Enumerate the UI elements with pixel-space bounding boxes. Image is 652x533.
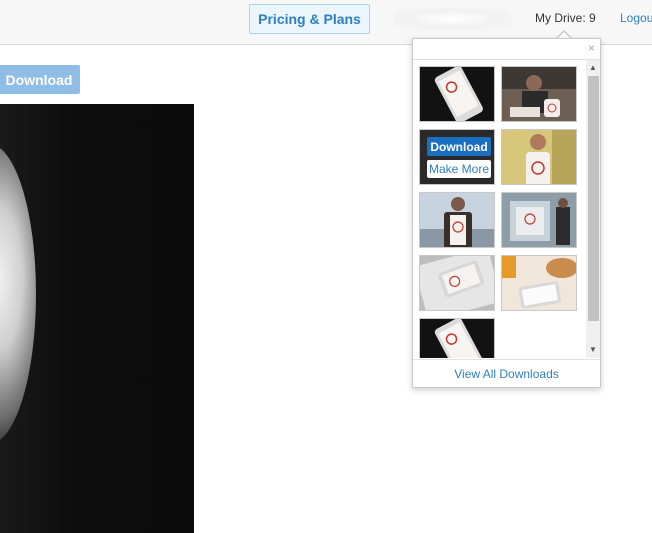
phone-cookies-image-icon [502, 256, 576, 310]
phone-image-icon-2 [420, 319, 494, 358]
thumbnail-woman-tshirt[interactable] [501, 129, 577, 185]
scroll-up-icon[interactable]: ▲ [588, 63, 598, 73]
woman-tshirt-image-icon [502, 130, 576, 184]
scroll-down-icon[interactable]: ▼ [588, 345, 598, 355]
preview-face [0, 144, 36, 444]
download-button[interactable]: Download [0, 65, 80, 94]
thumbnail-phone-dark[interactable] [419, 66, 495, 122]
popup-footer-divider [413, 359, 600, 360]
man-tshirt-image-icon [420, 193, 494, 247]
downloads-popup: × Download Make More ▲ ▼ View All Downlo… [412, 38, 601, 388]
thumbnail-man-desk[interactable] [501, 66, 577, 122]
pricing-plans-button[interactable]: Pricing & Plans [249, 4, 370, 34]
download-thumbnails: Download Make More [413, 60, 585, 358]
thumbnail-phone-cookies[interactable] [501, 255, 577, 311]
phone-paper-image-icon [420, 256, 494, 310]
logout-link[interactable]: Logou [620, 11, 652, 25]
phone-image-icon [420, 67, 494, 121]
thumbnail-store-display[interactable] [501, 192, 577, 248]
close-icon[interactable]: × [588, 41, 595, 55]
thumbnail-with-actions[interactable]: Download Make More [419, 129, 495, 185]
scrollbar-thumb[interactable] [588, 76, 599, 321]
store-display-image-icon [502, 193, 576, 247]
make-more-button[interactable]: Make More [427, 160, 491, 178]
man-desk-image-icon [502, 67, 576, 121]
blurred-username [394, 8, 512, 30]
view-all-downloads-link[interactable]: View All Downloads [413, 367, 600, 381]
image-preview [0, 104, 194, 533]
thumbnail-man-tshirt[interactable] [419, 192, 495, 248]
thumbnail-download-button[interactable]: Download [427, 137, 491, 156]
my-drive-link[interactable]: My Drive: 9 [535, 11, 596, 25]
thumbnail-phone-dark-2[interactable] [419, 318, 495, 358]
thumbnail-phone-paper[interactable] [419, 255, 495, 311]
popup-scrollbar[interactable]: ▲ ▼ [586, 60, 600, 358]
